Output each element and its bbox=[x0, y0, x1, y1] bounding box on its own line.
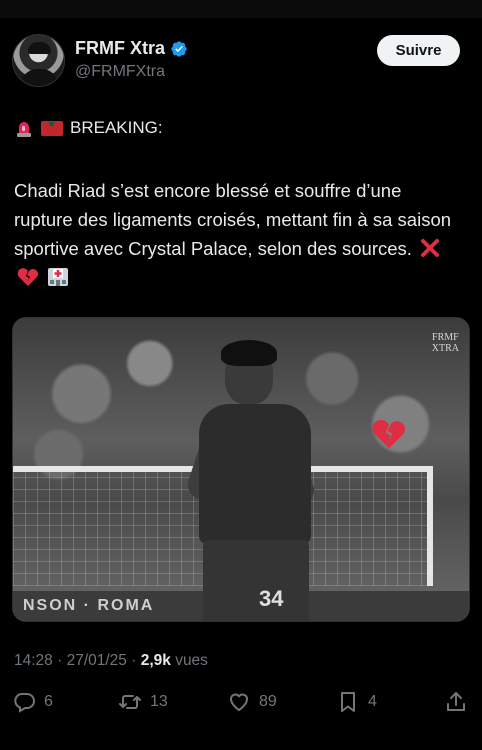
share-icon bbox=[447, 692, 465, 711]
breaking-line: BREAKING: bbox=[14, 118, 163, 138]
tweet-media-image[interactable]: NSON · ROMA 34 FRMF XTRA bbox=[12, 317, 470, 622]
bookmark-icon bbox=[341, 692, 355, 712]
like-count: 89 bbox=[259, 693, 277, 710]
broken-heart-icon bbox=[17, 268, 38, 286]
verified-badge-icon bbox=[171, 40, 187, 57]
bookmark-button[interactable]: 4 bbox=[336, 690, 377, 714]
like-button[interactable]: 89 bbox=[227, 690, 277, 714]
bookmark-count: 4 bbox=[368, 693, 377, 710]
reply-icon bbox=[14, 693, 35, 713]
siren-icon bbox=[17, 122, 31, 137]
display-name[interactable]: FRMF Xtra bbox=[75, 38, 165, 59]
cross-mark-icon bbox=[421, 239, 440, 257]
top-strip bbox=[0, 0, 482, 18]
broken-heart-icon bbox=[372, 419, 405, 449]
reply-count: 6 bbox=[44, 693, 53, 710]
jersey-number: 34 bbox=[259, 586, 284, 611]
player-figure bbox=[199, 404, 311, 544]
handle[interactable]: @FRMFXtra bbox=[75, 63, 165, 81]
tweet-text: Chadi Riad s’est encore blessé et souffr… bbox=[14, 176, 464, 292]
name-row: FRMF Xtra bbox=[75, 38, 188, 59]
hospital-icon bbox=[48, 268, 69, 286]
heart-icon bbox=[229, 693, 249, 712]
tweet-time[interactable]: 14:28 bbox=[14, 652, 53, 669]
tweet-meta: 14:28 · 27/01/25 · 2,9k vues bbox=[14, 652, 208, 669]
tweet-body: Chadi Riad s’est encore blessé et souffr… bbox=[14, 180, 452, 259]
avatar[interactable] bbox=[12, 34, 65, 87]
watermark: FRMF XTRA bbox=[431, 332, 459, 354]
tweet-date[interactable]: 27/01/25 bbox=[67, 652, 127, 669]
reply-button[interactable]: 6 bbox=[12, 690, 53, 714]
share-button[interactable] bbox=[444, 690, 468, 714]
repost-icon bbox=[119, 695, 141, 709]
morocco-flag-icon bbox=[41, 119, 63, 136]
repost-button[interactable]: 13 bbox=[118, 690, 168, 714]
views-label: vues bbox=[175, 652, 208, 669]
repost-count: 13 bbox=[150, 693, 168, 710]
breaking-label: BREAKING: bbox=[70, 118, 163, 137]
views-count: 2,9k bbox=[140, 652, 171, 669]
action-bar: 6 13 89 4 bbox=[12, 690, 472, 720]
follow-button[interactable]: Suivre bbox=[377, 35, 460, 66]
tweet-header: FRMF Xtra @FRMFXtra Suivre bbox=[12, 34, 462, 90]
